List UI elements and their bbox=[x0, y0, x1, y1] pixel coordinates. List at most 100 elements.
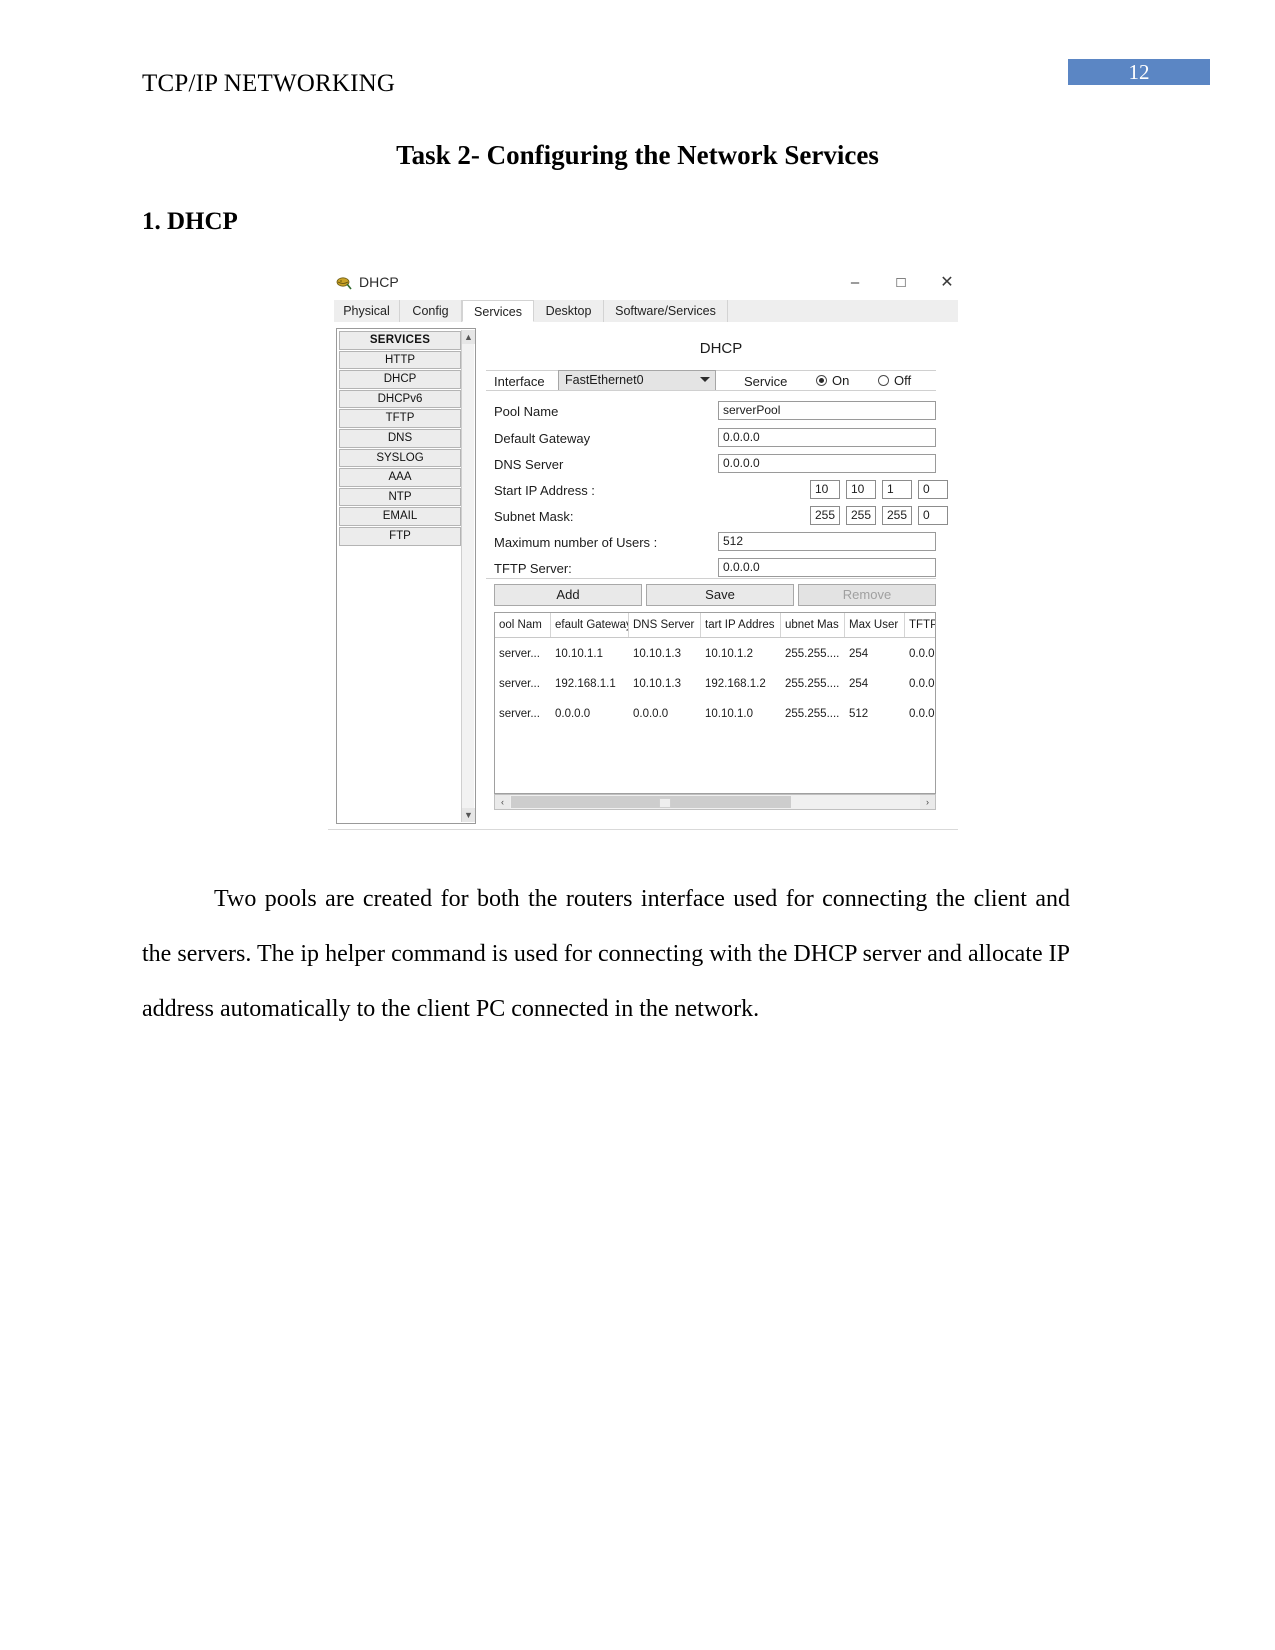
divider-above-buttons bbox=[486, 578, 936, 579]
tab-physical[interactable]: Physical bbox=[334, 300, 400, 322]
window-title: DHCP bbox=[359, 274, 399, 290]
default-gateway-input[interactable]: 0.0.0.0 bbox=[718, 428, 936, 447]
cell-pool-name: server... bbox=[499, 678, 540, 690]
dhcp-window-figure: DHCP – □ ✕ Physical Config Services Desk… bbox=[320, 262, 958, 832]
radio-unchecked-icon bbox=[878, 375, 889, 386]
page-header: TCP/IP NETWORKING 12 bbox=[0, 0, 1275, 120]
cell-default-gateway: 10.10.1.1 bbox=[555, 648, 603, 660]
sidebar-item-aaa[interactable]: AAA bbox=[339, 468, 461, 487]
max-users-label: Maximum number of Users : bbox=[494, 535, 658, 550]
sidebar-item-ntp[interactable]: NTP bbox=[339, 487, 461, 507]
start-ip-octet-2[interactable]: 10 bbox=[846, 480, 876, 499]
minimize-button[interactable]: – bbox=[840, 274, 870, 292]
table-horizontal-scrollbar[interactable]: ‹ › bbox=[494, 794, 936, 810]
dhcp-panel-title: DHCP bbox=[699, 340, 743, 357]
packet-tracer-device-icon bbox=[336, 277, 352, 290]
table-row[interactable]: server... 192.168.1.1 10.10.1.3 192.168.… bbox=[495, 669, 935, 699]
pool-name-label: Pool Name bbox=[494, 404, 559, 419]
cell-default-gateway: 0.0.0.0 bbox=[555, 708, 591, 720]
tftp-server-input[interactable]: 0.0.0.0 bbox=[718, 558, 936, 577]
close-button[interactable]: ✕ bbox=[932, 274, 962, 292]
scroll-down-icon[interactable]: ▼ bbox=[462, 808, 475, 822]
radio-checked-icon bbox=[816, 375, 827, 386]
window-titlebar: DHCP – □ ✕ bbox=[328, 266, 958, 300]
cell-default-gateway: 192.168.1.1 bbox=[555, 678, 616, 690]
table-row[interactable]: server... 0.0.0.0 0.0.0.0 10.10.1.0 255.… bbox=[495, 699, 935, 729]
subnet-mask-octet-3[interactable]: 255 bbox=[882, 506, 912, 525]
save-button[interactable]: Save bbox=[646, 584, 794, 606]
column-header-dns-server[interactable]: DNS Server bbox=[629, 613, 701, 637]
sidebar-item-dhcpv6[interactable]: DHCPv6 bbox=[339, 389, 461, 409]
column-header-max-users[interactable]: Max User bbox=[845, 613, 905, 637]
services-list-header: SERVICES bbox=[339, 331, 461, 350]
figure-bottom-border bbox=[328, 829, 958, 830]
start-ip-octet-1[interactable]: 10 bbox=[810, 480, 840, 499]
cell-tftp: 0.0.0.0 bbox=[909, 708, 935, 720]
subnet-mask-octet-2[interactable]: 255 bbox=[846, 506, 876, 525]
dns-server-label: DNS Server bbox=[494, 457, 564, 472]
cell-tftp: 0.0.0.0 bbox=[909, 678, 935, 690]
page-number-badge: 12 bbox=[1068, 59, 1210, 85]
sidebar-item-dns[interactable]: DNS bbox=[339, 428, 461, 448]
subnet-mask-octet-1[interactable]: 255 bbox=[810, 506, 840, 525]
dhcp-config-area: DHCP Interface FastEthernet0 Service On … bbox=[486, 328, 956, 824]
start-ip-octet-3[interactable]: 1 bbox=[882, 480, 912, 499]
sidebar-scrollbar[interactable]: ▲ ▼ bbox=[461, 330, 475, 822]
cell-subnet-mask: 255.255.... bbox=[785, 678, 840, 690]
interface-select[interactable]: FastEthernet0 bbox=[558, 370, 716, 391]
remove-button: Remove bbox=[798, 584, 936, 606]
divider-under-interface bbox=[486, 390, 936, 391]
cell-subnet-mask: 255.255.... bbox=[785, 648, 840, 660]
sidebar-item-tftp[interactable]: TFTP bbox=[339, 409, 461, 428]
subnet-mask-label: Subnet Mask: bbox=[494, 509, 574, 524]
column-header-start-ip[interactable]: tart IP Addres bbox=[701, 613, 781, 637]
max-users-input[interactable]: 512 bbox=[718, 532, 936, 551]
tab-services[interactable]: Services bbox=[462, 300, 534, 322]
pool-name-input[interactable]: serverPool bbox=[718, 401, 936, 420]
sidebar-item-http[interactable]: HTTP bbox=[339, 350, 461, 370]
dns-server-input[interactable]: 0.0.0.0 bbox=[718, 454, 936, 473]
sidebar-item-ftp[interactable]: FTP bbox=[339, 526, 461, 546]
start-ip-label: Start IP Address : bbox=[494, 483, 595, 498]
service-on-radio[interactable]: On bbox=[816, 373, 849, 388]
add-button[interactable]: Add bbox=[494, 584, 642, 606]
sidebar-item-email[interactable]: EMAIL bbox=[339, 507, 461, 526]
column-header-pool-name[interactable]: ool Nam bbox=[495, 613, 551, 637]
cell-max-users: 254 bbox=[849, 648, 869, 660]
tab-software-services[interactable]: Software/Services bbox=[604, 300, 728, 322]
cell-max-users: 254 bbox=[849, 678, 869, 690]
cell-pool-name: server... bbox=[499, 708, 540, 720]
scrollbar-thumb-grip[interactable] bbox=[659, 798, 671, 808]
scroll-left-icon[interactable]: ‹ bbox=[495, 795, 510, 809]
service-off-label: Off bbox=[894, 373, 912, 388]
tftp-server-label: TFTP Server: bbox=[494, 561, 572, 576]
table-row[interactable]: server... 10.10.1.1 10.10.1.3 10.10.1.2 … bbox=[495, 639, 935, 669]
service-off-radio[interactable]: Off bbox=[878, 373, 911, 388]
interface-label: Interface bbox=[494, 374, 545, 389]
sidebar-item-dhcp[interactable]: DHCP bbox=[339, 370, 461, 389]
maximize-button[interactable]: □ bbox=[886, 274, 916, 292]
cell-pool-name: server... bbox=[499, 648, 540, 660]
window-tabstrip: Physical Config Services Desktop Softwar… bbox=[334, 300, 958, 323]
sidebar-item-syslog[interactable]: SYSLOG bbox=[339, 448, 461, 468]
cell-dns-server: 10.10.1.3 bbox=[633, 678, 681, 690]
cell-start-ip: 192.168.1.2 bbox=[705, 678, 766, 690]
column-header-default-gateway[interactable]: efault Gateway bbox=[551, 613, 629, 637]
column-header-subnet-mask[interactable]: ubnet Mas bbox=[781, 613, 845, 637]
cell-dns-server: 0.0.0.0 bbox=[633, 708, 669, 720]
column-header-tftp[interactable]: TFTP bbox=[905, 613, 935, 637]
pool-table: ool Nam efault Gateway DNS Server tart I… bbox=[494, 612, 936, 794]
tab-desktop[interactable]: Desktop bbox=[534, 300, 604, 322]
subnet-mask-octet-4[interactable]: 0 bbox=[918, 506, 948, 525]
section-heading: 1. DHCP bbox=[142, 208, 238, 235]
scroll-up-icon[interactable]: ▲ bbox=[462, 330, 475, 344]
cell-max-users: 512 bbox=[849, 708, 869, 720]
document-header-title: TCP/IP NETWORKING bbox=[142, 70, 396, 97]
cell-start-ip: 10.10.1.2 bbox=[705, 648, 753, 660]
tab-config[interactable]: Config bbox=[400, 300, 462, 322]
start-ip-octet-4[interactable]: 0 bbox=[918, 480, 948, 499]
scroll-right-icon[interactable]: › bbox=[920, 795, 935, 809]
scrollbar-thumb[interactable] bbox=[511, 796, 791, 808]
cell-dns-server: 10.10.1.3 bbox=[633, 648, 681, 660]
default-gateway-label: Default Gateway bbox=[494, 431, 591, 446]
